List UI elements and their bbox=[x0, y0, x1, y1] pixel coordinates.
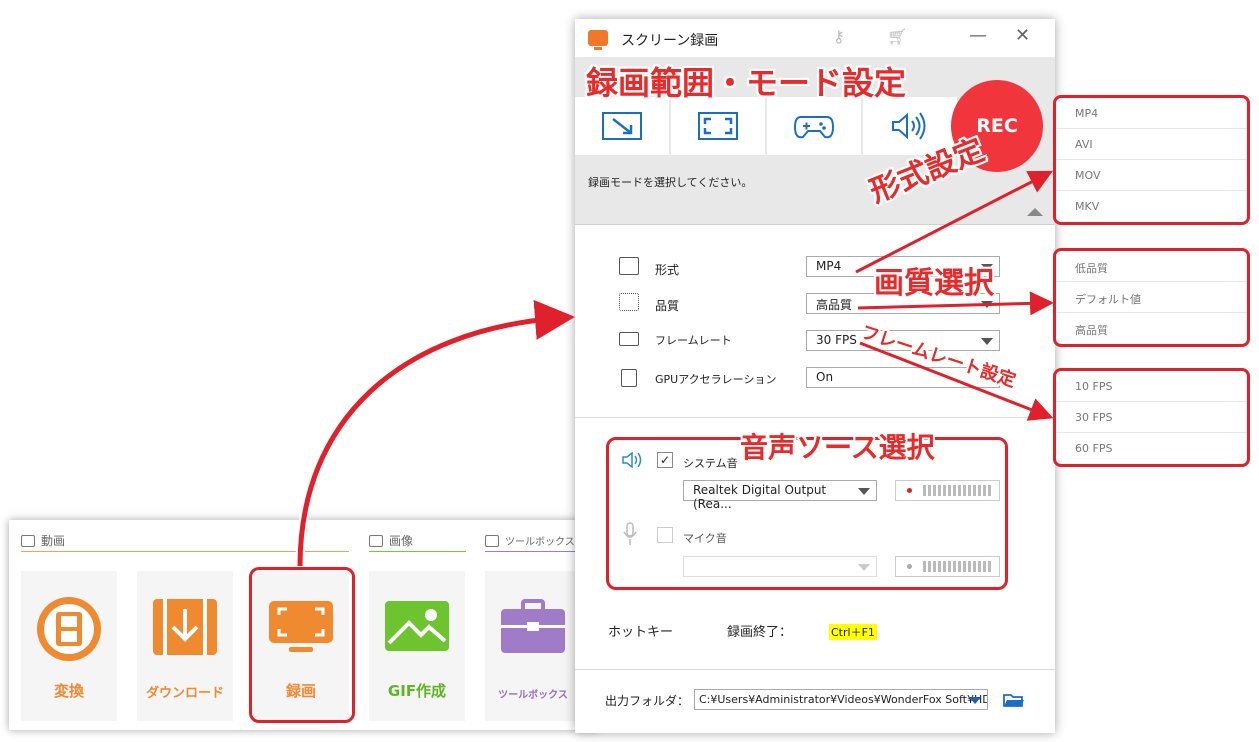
format-option[interactable]: MP4 bbox=[1056, 98, 1247, 129]
category-image: 画像 bbox=[369, 530, 466, 552]
tile-toolbox[interactable]: ツールボックス bbox=[485, 571, 581, 721]
quality-option[interactable]: 低品質 bbox=[1056, 251, 1247, 282]
toolbox-icon bbox=[485, 534, 499, 547]
format-option[interactable]: MOV bbox=[1056, 160, 1247, 191]
record-tile-highlight bbox=[249, 567, 355, 723]
chevron-down-icon bbox=[969, 697, 981, 704]
tile-gif-label: GIF作成 bbox=[387, 682, 447, 700]
quality-options-list: 低品質 デフォルト値 高品質 bbox=[1053, 248, 1250, 347]
tile-download-label: ダウンロード bbox=[145, 686, 224, 701]
divider bbox=[575, 417, 1055, 418]
quality-select-value: 高品質 bbox=[816, 298, 853, 312]
folder-icon[interactable] bbox=[1003, 692, 1025, 708]
quality-icon bbox=[619, 293, 639, 311]
format-options-list: MP4 AVI MOV MKV bbox=[1053, 95, 1250, 225]
category-image-label: 画像 bbox=[389, 534, 414, 548]
chevron-down-icon bbox=[981, 301, 993, 308]
titlebar: スクリーン録画 ⚷ 🛒︎ — ✕ bbox=[575, 19, 1055, 57]
format-settings-icon bbox=[619, 257, 639, 275]
output-folder-path[interactable]: C:¥Users¥Administrator¥Videos¥WonderFox … bbox=[694, 689, 988, 710]
hotkey-label: ホットキー bbox=[608, 625, 674, 640]
gamepad-icon bbox=[793, 116, 835, 139]
collapse-arrow-icon[interactable] bbox=[1027, 208, 1043, 216]
close-button[interactable]: ✕ bbox=[1015, 25, 1030, 46]
callout-audio: 音声ソース選択 bbox=[740, 431, 935, 464]
mode-fullscreen[interactable] bbox=[671, 97, 765, 155]
quality-option[interactable]: デフォルト値 bbox=[1056, 282, 1247, 313]
fps-option[interactable]: 60 FPS bbox=[1056, 433, 1247, 464]
frame-rate-icon bbox=[619, 332, 639, 346]
fps-option[interactable]: 30 FPS bbox=[1056, 402, 1247, 433]
fps-option[interactable]: 10 FPS bbox=[1056, 371, 1247, 402]
window-title: スクリーン録画 bbox=[621, 33, 719, 49]
format-label: 形式 bbox=[655, 263, 680, 277]
fps-select-value: 30 FPS bbox=[816, 333, 857, 347]
image-icon bbox=[369, 534, 383, 547]
gpu-select-value: On bbox=[816, 370, 834, 384]
hotkey-keys[interactable]: Ctrl＋F1 bbox=[829, 624, 877, 640]
output-folder-path-value: C:¥Users¥Administrator¥Videos¥WonderFox … bbox=[699, 693, 988, 706]
toolbox-icon bbox=[501, 599, 565, 653]
mode-hint: 録画モードを選択してください。 bbox=[588, 176, 753, 189]
speaker-icon bbox=[892, 112, 926, 140]
region-select-icon bbox=[602, 112, 642, 140]
gpu-label: GPUアクセラレーション bbox=[655, 373, 777, 386]
quality-label: 品質 bbox=[655, 299, 680, 313]
minimize-button[interactable]: — bbox=[969, 25, 987, 46]
gif-image-icon bbox=[385, 601, 449, 651]
mode-game[interactable] bbox=[767, 97, 861, 155]
tile-gif[interactable]: GIF作成 bbox=[369, 571, 465, 721]
tile-convert[interactable]: 変換 bbox=[21, 571, 117, 721]
format-option[interactable]: AVI bbox=[1056, 129, 1247, 160]
cart-icon[interactable]: 🛒︎ bbox=[887, 27, 907, 46]
tile-download[interactable]: ダウンロード bbox=[137, 571, 233, 721]
chevron-down-icon bbox=[981, 338, 993, 345]
gpu-chip-icon bbox=[621, 369, 637, 387]
hotkey-action: 録画終了： bbox=[727, 625, 793, 640]
film-icon bbox=[21, 534, 35, 547]
category-tools: ツールボックス bbox=[485, 530, 581, 552]
quality-option[interactable]: 高品質 bbox=[1056, 313, 1247, 344]
app-icon bbox=[588, 30, 608, 50]
format-select-value: MP4 bbox=[816, 259, 842, 273]
fps-label: フレームレート bbox=[655, 334, 732, 347]
convert-icon bbox=[37, 597, 101, 661]
fullscreen-icon bbox=[698, 112, 738, 140]
tile-convert-label: 変換 bbox=[53, 682, 84, 700]
category-tools-label: ツールボックス bbox=[505, 537, 575, 548]
output-folder-area: 出力フォルダ： C:¥Users¥Administrator¥Videos¥Wo… bbox=[575, 669, 1055, 733]
format-option[interactable]: MKV bbox=[1056, 191, 1247, 222]
category-video: 動画 bbox=[21, 530, 349, 552]
mode-custom-region[interactable] bbox=[575, 97, 669, 155]
callout-mode: 録画範囲・モード設定 bbox=[586, 64, 907, 102]
output-folder-label: 出力フォルダ： bbox=[605, 694, 690, 708]
callout-quality: 画質選択 bbox=[874, 266, 994, 301]
fps-options-list: 10 FPS 30 FPS 60 FPS bbox=[1053, 368, 1250, 467]
tile-toolbox-label: ツールボックス bbox=[498, 690, 568, 701]
key-icon[interactable]: ⚷ bbox=[833, 27, 845, 46]
download-icon bbox=[153, 599, 217, 655]
category-video-label: 動画 bbox=[41, 534, 66, 548]
